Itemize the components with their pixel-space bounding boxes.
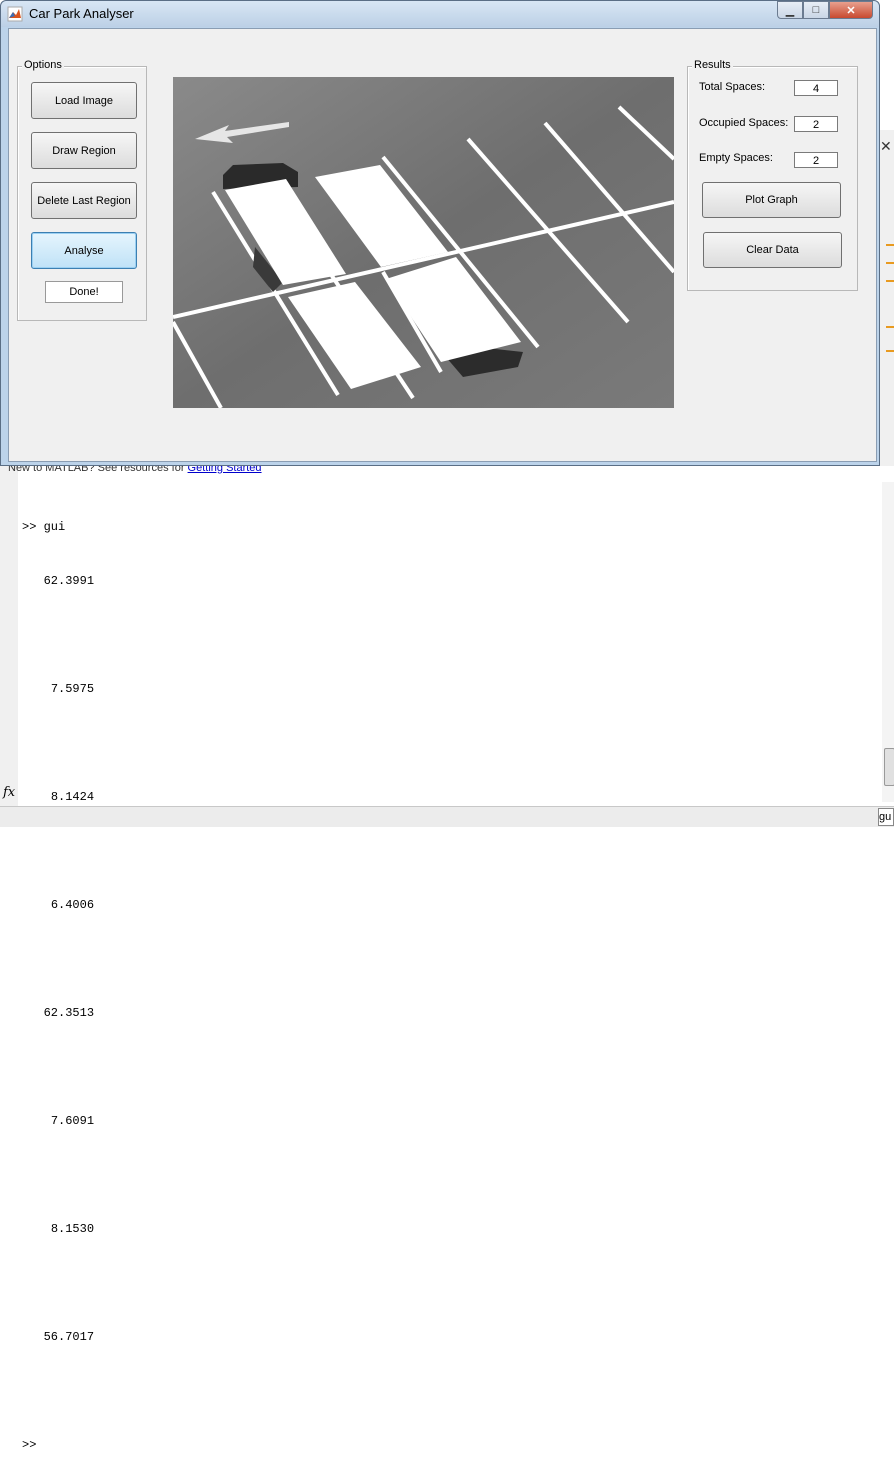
close-icon: ✕ <box>846 4 856 17</box>
warning-marker[interactable] <box>886 244 894 246</box>
warning-marker[interactable] <box>886 326 894 328</box>
output-line: 62.3991 <box>43 574 95 588</box>
done-button[interactable]: Done! <box>45 281 123 303</box>
scrollbar-thumb[interactable] <box>884 748 894 786</box>
matlab-icon <box>7 6 23 22</box>
results-panel: Results Total Spaces: 4 Occupied Spaces:… <box>687 59 858 291</box>
command-window-gutter <box>0 466 18 806</box>
close-icon[interactable]: ✕ <box>880 138 892 155</box>
status-bar <box>0 806 894 827</box>
results-panel-title: Results <box>692 59 733 71</box>
minimize-icon: ▁ <box>785 4 795 17</box>
warning-marker[interactable] <box>886 350 894 352</box>
output-line: 56.7017 <box>43 1330 95 1344</box>
prompt-command-line: >> gui <box>22 520 66 534</box>
occupied-spaces-label: Occupied Spaces: <box>699 117 789 129</box>
total-spaces-field[interactable]: 4 <box>794 80 838 96</box>
command-window[interactable] <box>0 466 894 826</box>
output-line: 6.4006 <box>50 898 95 912</box>
window-title: Car Park Analyser <box>29 6 134 21</box>
warning-marker[interactable] <box>886 262 894 264</box>
warning-marker[interactable] <box>886 280 894 282</box>
command-output: >> gui 62.3991 7.5975 8.1424 6.4006 62.3… <box>22 482 94 1472</box>
close-button[interactable]: ✕ <box>829 1 873 19</box>
delete-last-region-button[interactable]: Delete Last Region <box>31 182 137 219</box>
total-spaces-label: Total Spaces: <box>699 81 766 93</box>
empty-spaces-label: Empty Spaces: <box>699 152 773 164</box>
editor-side-strip <box>878 130 894 466</box>
analyse-button[interactable]: Analyse <box>31 232 137 269</box>
clear-data-button[interactable]: Clear Data <box>703 232 842 268</box>
options-panel-title: Options <box>22 59 64 71</box>
options-panel: Options Load Image Draw Region Delete La… <box>17 59 147 321</box>
car-park-image[interactable] <box>173 77 674 408</box>
title-bar[interactable]: Car Park Analyser ▁ □ ✕ <box>1 1 879 27</box>
output-line: 7.6091 <box>50 1114 95 1128</box>
plot-graph-button[interactable]: Plot Graph <box>702 182 841 218</box>
output-line: 8.1424 <box>50 790 95 804</box>
output-line: 7.5975 <box>50 682 95 696</box>
output-line: 8.1530 <box>50 1222 95 1236</box>
load-image-button[interactable]: Load Image <box>31 82 137 119</box>
empty-spaces-field[interactable]: 2 <box>794 152 838 168</box>
command-prompt[interactable]: >> <box>22 1436 94 1454</box>
fx-icon[interactable]: fx <box>3 785 15 800</box>
occupied-spaces-field[interactable]: 2 <box>794 116 838 132</box>
minimize-button[interactable]: ▁ <box>777 1 803 19</box>
window-controls: ▁ □ ✕ <box>777 1 873 19</box>
maximize-icon: □ <box>812 4 820 16</box>
draw-region-button[interactable]: Draw Region <box>31 132 137 169</box>
output-line: 62.3513 <box>43 1006 95 1020</box>
status-text: gu <box>878 808 894 826</box>
maximize-button[interactable]: □ <box>803 1 829 19</box>
